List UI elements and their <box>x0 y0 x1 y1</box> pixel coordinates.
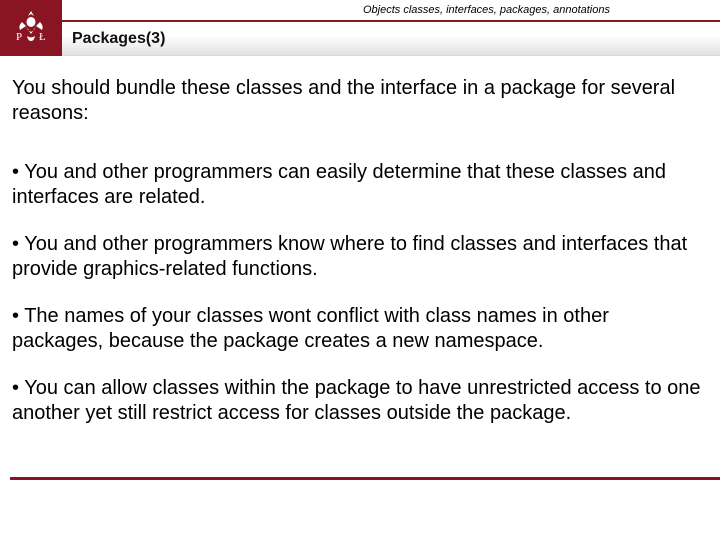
title-bar: Packages(3) <box>62 22 720 56</box>
slide-header: P Ł Objects classes, interfaces, package… <box>0 0 720 56</box>
footer-divider <box>10 477 720 480</box>
eagle-emblem-icon: P Ł <box>10 8 52 48</box>
svg-text:P: P <box>16 31 22 43</box>
page-title: Packages(3) <box>72 30 165 48</box>
bullet-item: • You and other programmers can easily d… <box>12 160 704 210</box>
svg-text:Ł: Ł <box>39 31 46 43</box>
bullet-item: • You and other programmers know where t… <box>12 232 704 282</box>
institution-logo: P Ł <box>0 0 62 56</box>
slide-content: You should bundle these classes and the … <box>0 56 720 426</box>
bullet-item: • The names of your classes wont conflic… <box>12 304 704 354</box>
breadcrumb: Objects classes, interfaces, packages, a… <box>363 4 610 16</box>
intro-text: You should bundle these classes and the … <box>12 76 704 126</box>
bullet-item: • You can allow classes within the packa… <box>12 376 704 426</box>
